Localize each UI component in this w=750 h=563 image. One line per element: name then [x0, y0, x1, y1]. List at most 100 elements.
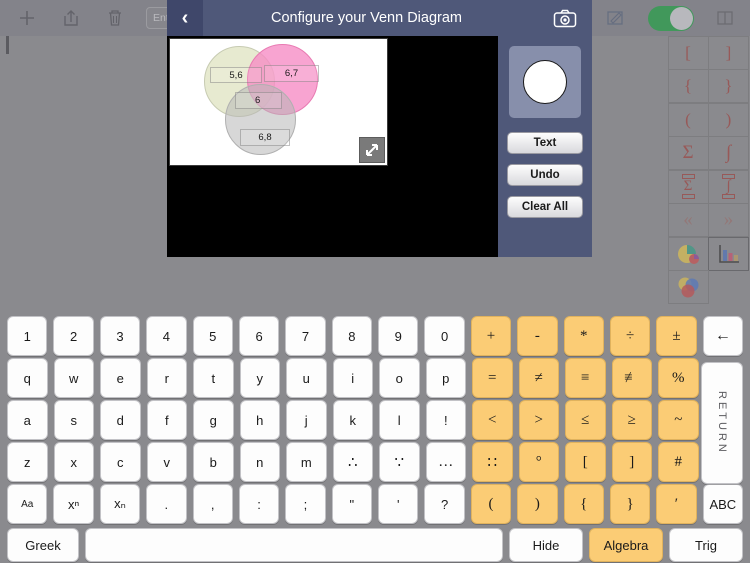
symbol-key-bounded-sum[interactable]: Σ — [667, 169, 709, 204]
key-asterisk[interactable]: * — [563, 316, 604, 356]
key-9[interactable]: 9 — [378, 316, 419, 356]
case-toggle-key[interactable]: Aa — [7, 484, 48, 524]
symbol-key-integral[interactable]: ∫ — [708, 136, 749, 170]
hide-button[interactable]: Hide — [509, 528, 583, 562]
key-g[interactable]: g — [193, 400, 234, 440]
symbol-key-bracket-close[interactable]: ] — [708, 35, 749, 70]
venn-label-a[interactable]: 5,6 — [210, 67, 262, 83]
key-because[interactable]: ∵ — [379, 442, 420, 482]
key-w[interactable]: w — [53, 358, 94, 398]
key-8[interactable]: 8 — [331, 316, 372, 356]
key-percent[interactable]: % — [658, 358, 699, 398]
share-icon[interactable] — [54, 3, 88, 33]
superscript-key[interactable]: xⁿ — [53, 484, 94, 524]
text-button[interactable]: Text — [507, 132, 583, 154]
key-k[interactable]: k — [332, 400, 373, 440]
key-o[interactable]: o — [379, 358, 420, 398]
symbol-key-paren-close[interactable]: ) — [708, 102, 749, 137]
key-therefore[interactable]: ∴ — [332, 442, 373, 482]
key-f[interactable]: f — [146, 400, 187, 440]
key-double-quote[interactable]: " — [331, 484, 372, 524]
key-bracket-open[interactable]: [ — [565, 442, 606, 482]
key-b[interactable]: b — [193, 442, 234, 482]
key-exclamation[interactable]: ! — [425, 400, 466, 440]
symbol-key-brace-close[interactable]: } — [708, 69, 749, 103]
key-not-equals[interactable]: ≠ — [518, 358, 559, 398]
key-4[interactable]: 4 — [146, 316, 187, 356]
key-h[interactable]: h — [239, 400, 280, 440]
key-brace-close[interactable]: } — [609, 484, 651, 524]
undo-button[interactable]: Undo — [507, 164, 583, 186]
key-p[interactable]: p — [425, 358, 466, 398]
key-d[interactable]: d — [100, 400, 141, 440]
venn-label-b[interactable]: 6,7 — [264, 65, 319, 82]
key-greater-equal[interactable]: ≥ — [611, 400, 652, 440]
key-v[interactable]: v — [146, 442, 187, 482]
key-greater-than[interactable]: > — [518, 400, 559, 440]
venn-diagram-icon[interactable] — [667, 270, 709, 304]
key-single-quote[interactable]: ' — [378, 484, 419, 524]
key-q[interactable]: q — [7, 358, 48, 398]
sync-toggle[interactable] — [648, 5, 694, 31]
key-1[interactable]: 1 — [7, 316, 48, 356]
symbol-key-paren-open[interactable]: ( — [667, 102, 709, 137]
key-not-identical[interactable]: ≢ — [611, 358, 652, 398]
key-m[interactable]: m — [286, 442, 327, 482]
key-hash[interactable]: # — [658, 442, 699, 482]
key-7[interactable]: 7 — [285, 316, 326, 356]
key-divide[interactable]: ÷ — [609, 316, 651, 356]
key-e[interactable]: e — [100, 358, 141, 398]
key-prime[interactable]: ′ — [656, 484, 697, 524]
key-less-than[interactable]: < — [472, 400, 513, 440]
key-paren-close[interactable]: ) — [517, 484, 558, 524]
trash-icon[interactable] — [98, 3, 132, 33]
key-ellipsis[interactable]: … — [425, 442, 466, 482]
greek-button[interactable]: Greek — [7, 528, 79, 562]
space-key[interactable] — [85, 528, 503, 562]
diagram-canvas-area[interactable]: 5,6 6,7 6 6,8 — [167, 36, 498, 257]
key-x[interactable]: x — [53, 442, 94, 482]
key-y[interactable]: y — [239, 358, 280, 398]
key-plus-minus[interactable]: ± — [656, 316, 697, 356]
key-s[interactable]: s — [53, 400, 94, 440]
pie-chart-icon[interactable] — [667, 236, 709, 271]
key-comma[interactable]: , — [192, 484, 233, 524]
key-c[interactable]: c — [100, 442, 141, 482]
add-icon[interactable] — [10, 3, 44, 33]
key-u[interactable]: u — [286, 358, 327, 398]
key-question[interactable]: ? — [424, 484, 465, 524]
key-minus[interactable]: - — [517, 316, 558, 356]
key-n[interactable]: n — [239, 442, 280, 482]
key-6[interactable]: 6 — [238, 316, 280, 356]
return-key[interactable]: RETURN — [701, 362, 743, 484]
key-2[interactable]: 2 — [53, 316, 94, 356]
symbol-key-brace-open[interactable]: { — [667, 69, 709, 103]
trig-button[interactable]: Trig — [669, 528, 743, 562]
shape-preview[interactable] — [509, 46, 581, 118]
key-z[interactable]: z — [7, 442, 48, 482]
key-less-equal[interactable]: ≤ — [565, 400, 606, 440]
key-equals[interactable]: = — [472, 358, 513, 398]
bar-chart-icon[interactable] — [708, 236, 749, 271]
key-period[interactable]: . — [146, 484, 187, 524]
key-r[interactable]: r — [146, 358, 187, 398]
key-5[interactable]: 5 — [192, 316, 233, 356]
key-tilde[interactable]: ~ — [658, 400, 699, 440]
key-0[interactable]: 0 — [424, 316, 465, 356]
key-t[interactable]: t — [193, 358, 234, 398]
venn-label-ab[interactable]: 6 — [235, 92, 282, 109]
camera-icon[interactable] — [548, 4, 582, 32]
book-icon[interactable] — [708, 3, 742, 33]
key-degree[interactable]: ° — [518, 442, 559, 482]
venn-diagram-canvas[interactable]: 5,6 6,7 6 6,8 — [169, 38, 388, 166]
key-colon[interactable]: : — [238, 484, 280, 524]
key-i[interactable]: i — [332, 358, 373, 398]
key-proportion[interactable]: ∷ — [472, 442, 513, 482]
clear-all-button[interactable]: Clear All — [507, 196, 583, 218]
symbol-key-sigma[interactable]: Σ — [667, 136, 709, 170]
annotate-icon[interactable] — [598, 3, 632, 33]
key-paren-open[interactable]: ( — [470, 484, 512, 524]
venn-label-c[interactable]: 6,8 — [240, 129, 290, 146]
symbol-key-bounded-integral[interactable]: ∫ — [708, 169, 749, 204]
symbol-key-next-page[interactable]: » — [708, 203, 749, 237]
